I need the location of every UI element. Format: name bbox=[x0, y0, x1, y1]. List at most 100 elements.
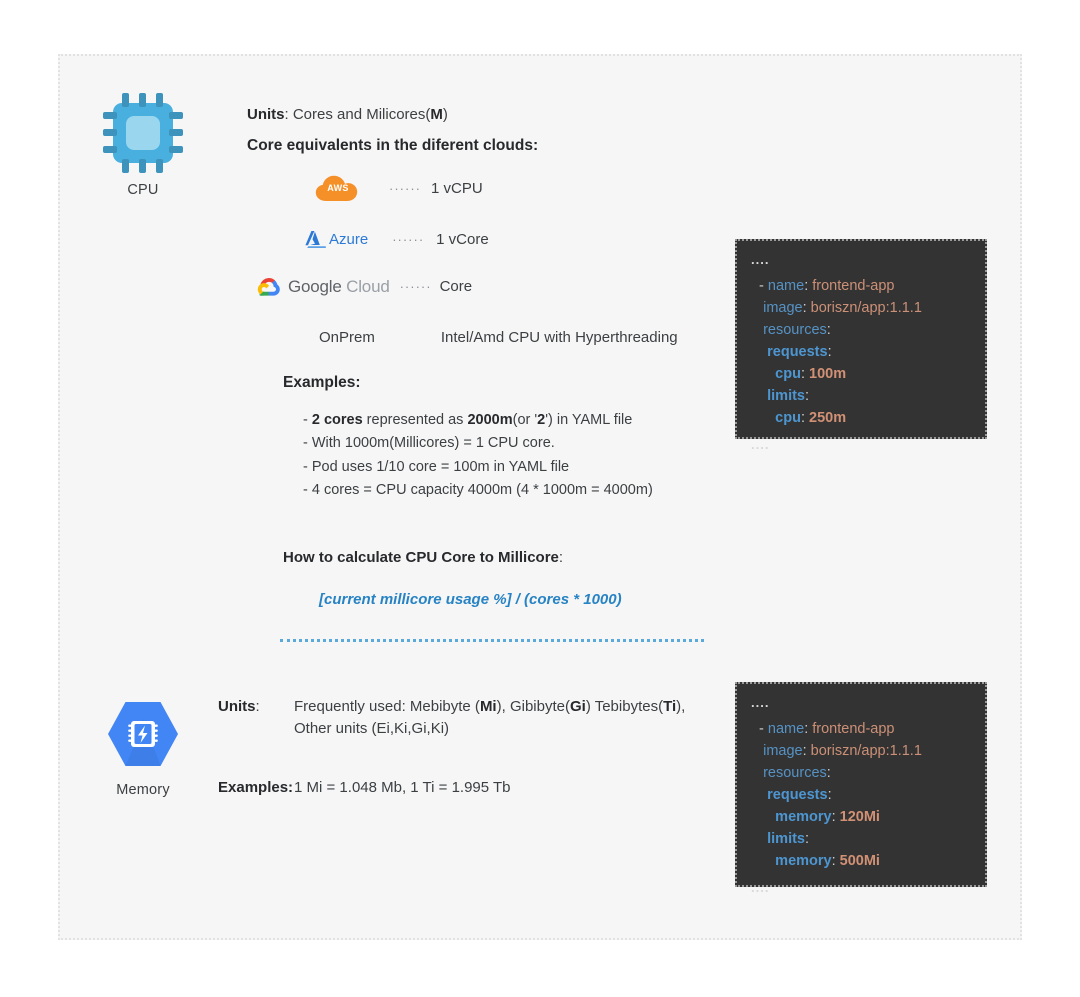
memory-code-top-dots: .... bbox=[751, 695, 770, 710]
code-value: 120Mi bbox=[839, 809, 880, 826]
code-key: limits bbox=[767, 388, 805, 405]
code-value: 100m bbox=[809, 366, 847, 383]
code-value: frontend-app bbox=[812, 278, 895, 294]
cpu-units-label: Units bbox=[247, 106, 285, 123]
code-key: requests bbox=[767, 787, 828, 804]
code-key: cpu bbox=[775, 410, 801, 427]
bullet-suffix: ') in YAML file bbox=[545, 411, 633, 428]
code-line: limits: bbox=[751, 828, 971, 850]
code-line: image: boriszn/app:1.1.1 bbox=[751, 740, 971, 762]
onprem-label: OnPrem bbox=[319, 328, 375, 346]
code-line: cpu: 250m bbox=[751, 407, 971, 429]
code-line: requests: bbox=[751, 341, 971, 363]
aws-value: 1 vCPU bbox=[430, 180, 483, 198]
cpu-example-item: - 2 cores represented as 2000m(or '2') i… bbox=[303, 409, 807, 432]
cpu-icon-caption: CPU bbox=[127, 182, 159, 198]
cloud-row-azure: Azure ······ 1 vCore bbox=[305, 230, 807, 249]
bullet-bold-1: 2 cores bbox=[311, 411, 363, 428]
azure-logo bbox=[305, 230, 327, 249]
cpu-units-value-end: ) bbox=[442, 106, 448, 123]
code-separator: : bbox=[827, 787, 832, 804]
memory-units-label: Units bbox=[218, 698, 256, 715]
google-cloud-logo-text: Google Cloud bbox=[288, 277, 390, 297]
cpu-code-top-dots: .... bbox=[751, 252, 770, 267]
bullet-bold-3: 2 bbox=[537, 411, 546, 428]
memory-examples-value: 1 Mi = 1.048 Mb, 1 Ti = 1.995 Tb bbox=[294, 778, 511, 796]
core-equivalents-heading: Core equivalents in the diferent clouds: bbox=[247, 136, 539, 154]
code-line: cpu: 100m bbox=[751, 363, 971, 385]
aws-logo: AWS bbox=[315, 175, 361, 203]
onprem-value: Intel/Amd CPU with Hyperthreading bbox=[440, 328, 678, 346]
bullet-dash: - bbox=[303, 411, 312, 428]
code-key: memory bbox=[775, 809, 832, 826]
code-indent: - bbox=[751, 278, 768, 294]
code-separator: : bbox=[827, 344, 832, 361]
memory-code-bottom-dots: .... bbox=[751, 880, 770, 896]
code-line: resources: bbox=[751, 762, 971, 784]
cloud-word: Cloud bbox=[346, 276, 390, 296]
cpu-example-item: - 4 cores = CPU capacity 4000m (4 * 1000… bbox=[303, 482, 653, 499]
diagram-canvas: CPU Units: Cores and Milicores(M) Core e… bbox=[58, 54, 1022, 940]
azure-value: 1 vCore bbox=[436, 230, 489, 248]
cpu-examples-heading: Examples: bbox=[283, 373, 361, 391]
cpu-calc-heading-colon: : bbox=[558, 548, 564, 566]
code-line: image: boriszn/app:1.1.1 bbox=[751, 297, 971, 319]
google-cloud-separator: ······ bbox=[399, 279, 432, 295]
google-word: Google bbox=[288, 276, 342, 296]
cloud-row-onprem: OnPrem Intel/Amd CPU with Hyperthreading bbox=[319, 329, 807, 346]
mem-units-a: Frequently used: Mebibyte ( bbox=[294, 698, 480, 715]
memory-units-text: Frequently used: Mebibyte (Mi), Gibibyte… bbox=[294, 696, 714, 740]
cpu-units-line: Units: Cores and Milicores(M) bbox=[247, 104, 807, 126]
code-key: memory bbox=[775, 853, 832, 870]
memory-units-colon: : bbox=[255, 698, 260, 715]
code-indent: - bbox=[751, 721, 768, 737]
cpu-yaml-code-block: .... - name: frontend-app image: boriszn… bbox=[735, 239, 987, 451]
code-line: - name: frontend-app bbox=[751, 718, 971, 740]
aws-separator: ······ bbox=[389, 181, 421, 197]
cpu-example-item: - Pod uses 1/10 core = 100m in YAML file bbox=[303, 458, 570, 475]
bullet-mid-2: (or ' bbox=[512, 411, 538, 428]
code-separator: : bbox=[826, 322, 831, 339]
bullet-mid-1: represented as bbox=[362, 411, 468, 428]
code-separator: : bbox=[802, 743, 811, 760]
code-separator: : bbox=[800, 366, 810, 383]
cpu-calc-heading-text: How to calculate CPU Core to Millicore bbox=[283, 548, 559, 566]
code-separator: : bbox=[805, 831, 810, 848]
code-line: - name: frontend-app bbox=[751, 275, 971, 297]
cpu-units-value: : Cores and Milicores( bbox=[284, 106, 431, 123]
code-key: name bbox=[767, 721, 805, 737]
azure-separator: ······ bbox=[392, 231, 425, 247]
mem-unit-mi: Mi bbox=[479, 698, 497, 715]
cpu-example-item: - With 1000m(Millicores) = 1 CPU core. bbox=[303, 435, 555, 452]
code-line: resources: bbox=[751, 319, 971, 341]
cloud-row-aws: AWS ······ 1 vCPU bbox=[315, 175, 807, 203]
memory-examples-row: Examples: 1 Mi = 1.048 Mb, 1 Ti = 1.995 … bbox=[218, 777, 718, 799]
code-key: limits bbox=[767, 831, 805, 848]
mem-units-d: ), bbox=[676, 698, 686, 715]
code-key: name bbox=[767, 278, 805, 294]
cpu-examples-list: - 2 cores represented as 2000m(or '2') i… bbox=[303, 409, 807, 503]
code-value: 250m bbox=[809, 410, 847, 427]
code-value: boriszn/app:1.1.1 bbox=[810, 743, 922, 760]
code-separator: : bbox=[802, 300, 811, 317]
memory-icon-block: Memory bbox=[78, 696, 208, 798]
code-line: memory: 120Mi bbox=[751, 806, 971, 828]
mem-units-c: ) Tebibytes( bbox=[585, 698, 664, 715]
memory-icon-caption: Memory bbox=[116, 782, 170, 798]
mem-units-b: ), Gibibyte( bbox=[496, 698, 570, 715]
code-separator: : bbox=[831, 809, 840, 826]
memory-hexagon-icon bbox=[100, 696, 186, 776]
code-separator: : bbox=[826, 765, 831, 782]
cloud-row-google-cloud: Google Cloud ······ Core bbox=[255, 275, 807, 299]
code-key: resources bbox=[763, 322, 827, 339]
cpu-icon-block: CPU bbox=[78, 90, 208, 198]
aws-logo-text: AWS bbox=[327, 182, 349, 193]
